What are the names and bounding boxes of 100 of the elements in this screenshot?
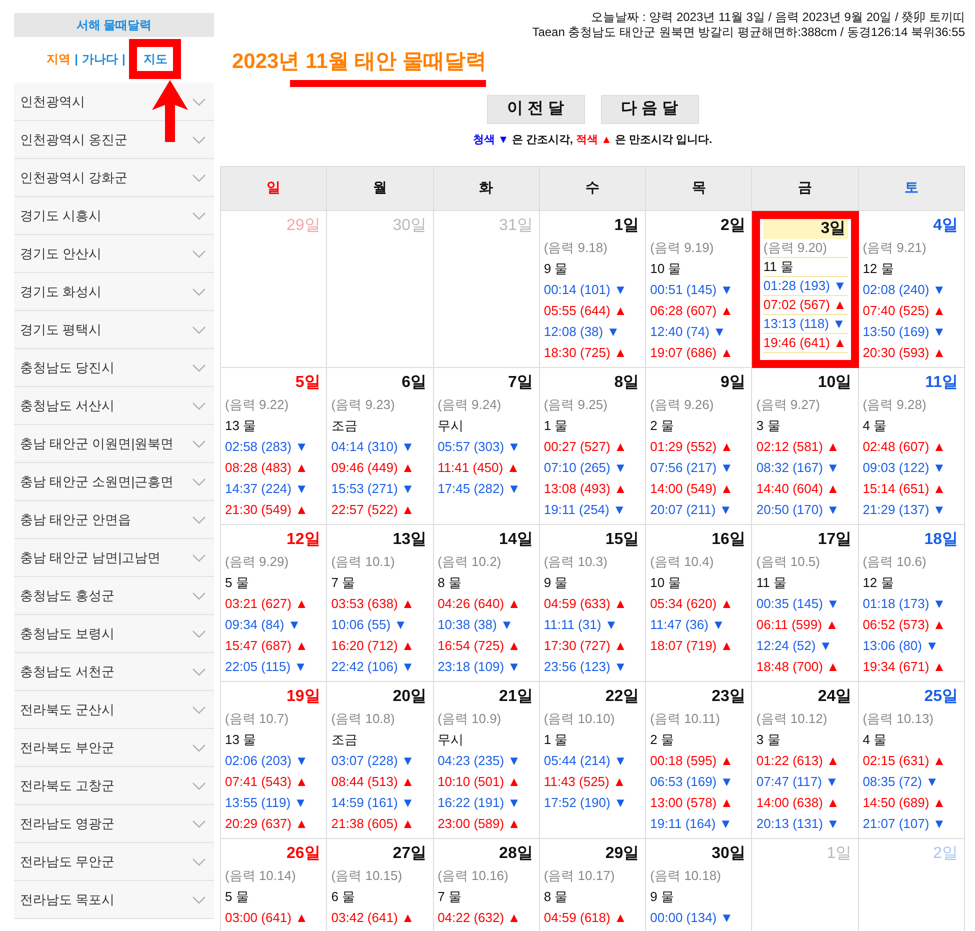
region-item[interactable]: 경기도 시흥시 (14, 197, 214, 235)
tide-time: 09:46 (449) ▲ (331, 459, 414, 477)
tide-time: 14:50 (689) ▲ (862, 794, 946, 812)
lunar-date: (음력 10.11) (650, 710, 720, 728)
region-label: 충청남도 서천군 (20, 662, 115, 681)
tide-phase: 7 물 (331, 574, 356, 592)
tide-time: 04:26 (640) ▲ (438, 595, 521, 613)
day-number: 22일 (605, 687, 640, 707)
tide-time: 19:07 (686) ▲ (650, 344, 734, 362)
region-item[interactable]: 충남 태안군 소원면|근흥면 (14, 463, 214, 501)
region-item[interactable]: 충청남도 보령시 (14, 615, 214, 653)
tide-phase: 8 물 (544, 888, 568, 906)
day-number: 7일 (508, 373, 534, 393)
lunar-date: (음력 9.23) (331, 396, 395, 414)
lunar-date: (음력 10.15) (331, 867, 402, 885)
weekday-header: 토 (858, 167, 965, 211)
region-item[interactable]: 인천광역시 (14, 83, 214, 121)
view-link[interactable]: 가나다 (82, 52, 118, 66)
tide-time: 15:53 (271) ▼ (331, 480, 414, 498)
chevron-down-icon (192, 364, 206, 372)
region-item[interactable]: 충청남도 서천군 (14, 653, 214, 691)
region-item[interactable]: 전라남도 목포시 (14, 881, 214, 919)
chevron-down-icon (192, 288, 206, 296)
lunar-date: (음력 10.4) (650, 553, 714, 571)
region-label: 전라남도 무안군 (20, 852, 115, 871)
region-item[interactable]: 전라북도 고창군 (14, 767, 214, 805)
day-number: 21일 (499, 687, 534, 707)
day-number: 2일 (720, 216, 746, 236)
tide-phase: 11 물 (756, 574, 787, 592)
tide-phase: 조금 (331, 417, 358, 435)
region-label: 경기도 평택시 (20, 320, 102, 339)
tide-time: 13:08 (493) ▲ (544, 480, 627, 498)
region-item[interactable]: 전라북도 군산시 (14, 691, 214, 729)
lunar-date: (음력 9.27) (756, 396, 820, 414)
month-button[interactable]: 이 전 달 (486, 94, 584, 124)
tide-time: 05:44 (214) ▼ (544, 752, 627, 770)
region-item[interactable]: 경기도 안산시 (14, 235, 214, 273)
page-title: 2023년 11월 태안 물때달력 (232, 49, 486, 75)
day-number: 6일 (402, 373, 428, 393)
tide-phase: 2 물 (650, 731, 674, 749)
day-number: 28일 (499, 844, 534, 864)
region-label: 인천광역시 강화군 (20, 168, 128, 187)
day-number: 27일 (392, 844, 428, 864)
tide-time: 09:34 (84) ▼ (225, 616, 301, 634)
tide-time: 06:52 (573) ▲ (862, 616, 946, 634)
tide-time: 21:07 (107) ▼ (862, 815, 946, 833)
tide-time: 06:28 (607) ▲ (650, 302, 734, 320)
region-label: 인천광역시 (20, 92, 85, 111)
tide-time: 02:15 (631) ▲ (862, 752, 946, 770)
region-label: 전라북도 고창군 (20, 776, 115, 795)
region-item[interactable]: 충청남도 홍성군 (14, 577, 214, 615)
day-number: 13일 (392, 530, 428, 550)
tide-time: 01:28 (193) ▼ (763, 277, 848, 296)
chevron-down-icon (192, 820, 206, 828)
tide-phase: 3 물 (756, 417, 780, 435)
lunar-date: (음력 10.13) (862, 710, 934, 728)
region-item[interactable]: 충남 태안군 안면읍 (14, 501, 214, 539)
region-item[interactable]: 충청남도 당진시 (14, 349, 214, 387)
region-item[interactable]: 경기도 평택시 (14, 311, 214, 349)
tide-time: 10:06 (55) ▼ (331, 616, 408, 634)
lunar-date: (음력 10.1) (331, 553, 395, 571)
region-item[interactable]: 인천광역시 강화군 (14, 159, 214, 197)
chevron-down-icon (192, 706, 206, 714)
tide-time: 04:22 (632) ▲ (438, 909, 521, 927)
day-number: 29일 (605, 844, 640, 864)
tide-time: 05:34 (620) ▲ (650, 595, 734, 613)
tide-time: 02:06 (203) ▼ (225, 752, 308, 770)
region-item[interactable]: 전라북도 부안군 (14, 729, 214, 767)
region-label: 충청남도 홍성군 (20, 586, 115, 605)
tide-time: 21:38 (605) ▲ (331, 815, 414, 833)
lunar-date: (음력 9.28) (862, 396, 926, 414)
tide-time: 04:14 (310) ▼ (331, 438, 414, 456)
lunar-date: (음력 9.20) (763, 239, 848, 258)
region-item[interactable]: 전라남도 무안군 (14, 843, 214, 881)
region-item[interactable]: 충청남도 서산시 (14, 387, 214, 425)
tide-time: 14:59 (161) ▼ (331, 794, 414, 812)
region-item[interactable]: 인천광역시 옹진군 (14, 121, 214, 159)
tide-time: 15:47 (687) ▲ (225, 637, 308, 655)
tide-time: 07:56 (217) ▼ (650, 459, 734, 477)
region-item[interactable]: 충남 태안군 남면|고남면 (14, 539, 214, 577)
region-label: 충청남도 보령시 (20, 624, 115, 643)
tide-time: 14:00 (549) ▲ (650, 480, 734, 498)
tide-phase: 9 물 (650, 888, 674, 906)
tide-time: 12:24 (52) ▼ (756, 637, 832, 655)
tide-time: 07:47 (117) ▼ (756, 773, 838, 791)
month-button[interactable]: 다 음 달 (600, 94, 698, 124)
lunar-date: (음력 10.18) (650, 867, 721, 885)
lunar-date: (음력 10.16) (438, 867, 508, 885)
region-item[interactable]: 전라남도 영광군 (14, 805, 214, 843)
tide-time: 10:38 (38) ▼ (438, 616, 514, 634)
tide-phase: 조금 (331, 731, 358, 749)
tide-time: 08:32 (167) ▼ (756, 459, 840, 477)
tide-phase: 5 물 (225, 888, 249, 906)
tide-time: 21:29 (137) ▼ (862, 501, 946, 519)
region-item[interactable]: 경기도 화성시 (14, 273, 214, 311)
tide-time: 11:43 (525) ▲ (544, 773, 626, 791)
region-item[interactable]: 충남 태안군 이원면|원북면 (14, 425, 214, 463)
weekday-header: 화 (434, 167, 540, 211)
tide-time: 12:08 (38) ▼ (544, 323, 620, 341)
tide-phase: 2 물 (650, 417, 674, 435)
